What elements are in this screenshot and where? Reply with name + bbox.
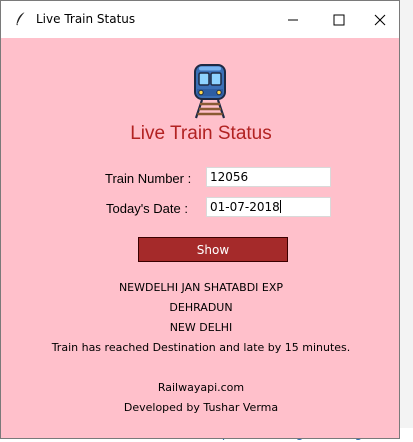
train-number-input[interactable]: 12056 xyxy=(206,167,331,187)
train-name-text: NEWDELHI JAN SHATABDI EXP xyxy=(118,281,284,294)
app-heading: Live Train Status xyxy=(130,123,272,144)
maximize-button[interactable] xyxy=(316,1,362,38)
close-button[interactable] xyxy=(357,1,399,38)
feather-icon xyxy=(16,11,26,26)
developer-credit-text: Developed by Tushar Verma xyxy=(123,401,279,414)
train-icon xyxy=(194,64,226,119)
app-window: Live Train Status Live Train Status Trai… xyxy=(0,0,400,439)
api-credit-text: Railwayapi.com xyxy=(157,381,245,394)
date-input[interactable]: 01-07-2018 xyxy=(206,197,331,217)
minimize-icon xyxy=(288,19,298,20)
content-area: Live Train Status Train Number : 12056 T… xyxy=(1,38,399,438)
text-cursor xyxy=(279,200,281,213)
maximize-icon xyxy=(333,14,345,25)
minimize-button[interactable] xyxy=(270,1,316,38)
show-button[interactable]: Show xyxy=(138,237,288,262)
source-station-text: DEHRADUN xyxy=(169,301,233,314)
destination-station-text: NEW DELHI xyxy=(169,321,233,334)
window-title: Live Train Status xyxy=(36,12,136,26)
date-input-value: 01-07-2018 xyxy=(210,200,280,214)
status-message-text: Train has reached Destination and late b… xyxy=(51,341,351,354)
title-bar[interactable]: Live Train Status xyxy=(1,1,399,38)
date-label: Today's Date : xyxy=(106,201,188,216)
train-number-label: Train Number : xyxy=(105,171,192,186)
background-window-strip xyxy=(400,0,413,442)
close-icon xyxy=(374,14,386,25)
